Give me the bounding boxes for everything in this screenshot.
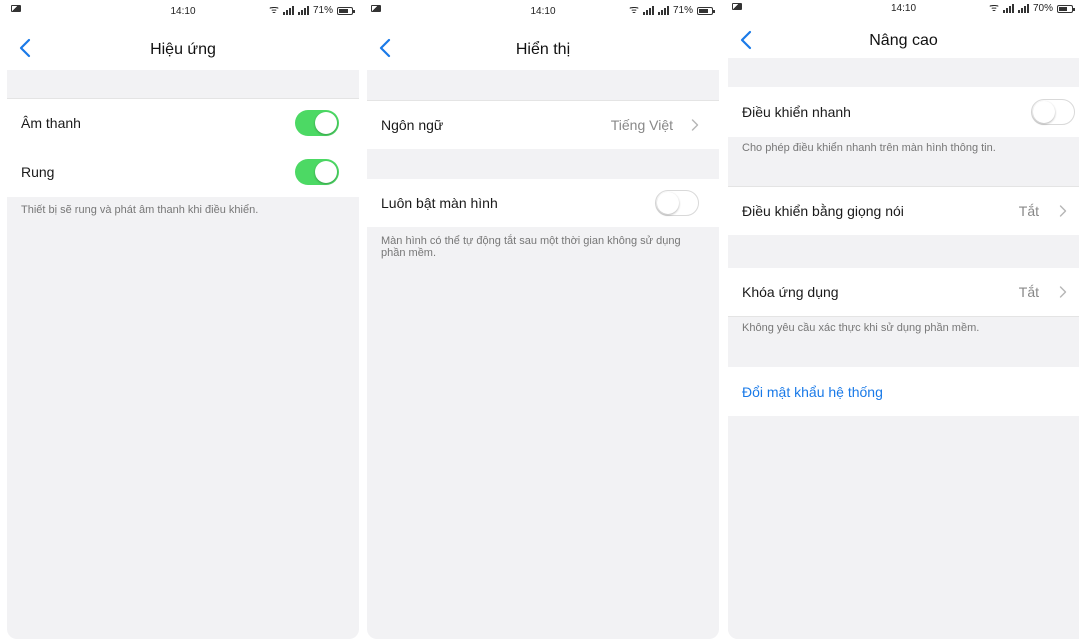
signal-icon	[282, 6, 294, 15]
battery-icon	[337, 6, 355, 15]
page-title: Nâng cao	[869, 32, 938, 49]
back-icon[interactable]	[738, 30, 754, 50]
effects-screen: 14:10 ᯤ 71% Hiệu ứng Âm thanh Rung Thiết…	[7, 0, 359, 639]
wifi-icon: ᯤ	[988, 2, 999, 14]
back-icon[interactable]	[17, 38, 33, 58]
nav-bar: Nâng cao	[728, 20, 1079, 58]
chevron-right-icon	[1059, 205, 1067, 217]
keep-screen-on-toggle[interactable]	[655, 190, 699, 216]
quick-control-note: Cho phép điều khiển nhanh trên màn hình …	[742, 142, 996, 154]
toggle-knob	[315, 161, 337, 183]
app-lock-note: Không yêu cầu xác thực khi sử dụng phần …	[742, 322, 980, 334]
display-note: Màn hình có thể tự động tắt sau một thời…	[381, 235, 681, 259]
chevron-right-icon	[1059, 286, 1067, 298]
language-row[interactable]: Ngôn ngữ Tiếng Việt	[367, 101, 719, 149]
toggle-knob	[1033, 101, 1055, 123]
sound-label: Âm thanh	[21, 115, 81, 131]
voice-control-label: Điều khiển bằng giọng nói	[742, 203, 904, 219]
toggle-knob	[657, 192, 679, 214]
page-title: Hiển thị	[515, 41, 571, 58]
signal-icon	[1002, 4, 1014, 13]
display-screen: 14:10 ᯤ 71% Hiển thị Ngôn ngữ Tiếng Việt…	[367, 0, 719, 639]
effects-note: Thiết bị sẽ rung và phát âm thanh khi đi…	[21, 204, 259, 216]
vibrate-row[interactable]: Rung	[7, 147, 359, 197]
language-label: Ngôn ngữ	[381, 117, 444, 133]
language-value: Tiếng Việt	[610, 117, 673, 133]
battery-percent: 71%	[312, 5, 333, 16]
quick-control-row[interactable]: Điều khiển nhanh	[728, 87, 1079, 137]
battery-percent: 71%	[672, 5, 693, 16]
keep-screen-on-label: Luôn bật màn hình	[381, 195, 498, 211]
toggle-knob	[315, 112, 337, 134]
signal-icon	[657, 6, 669, 15]
app-lock-label: Khóa ứng dụng	[742, 284, 839, 300]
status-bar: 14:10 ᯤ 71%	[367, 0, 719, 24]
sound-toggle[interactable]	[295, 110, 339, 136]
status-bar: 14:10 ᯤ 70%	[728, 0, 1079, 20]
app-lock-row[interactable]: Khóa ứng dụng Tắt	[728, 268, 1079, 316]
voice-control-row[interactable]: Điều khiển bằng giọng nói Tắt	[728, 187, 1079, 235]
back-icon[interactable]	[377, 38, 393, 58]
nav-bar: Hiển thị	[367, 24, 719, 70]
change-password-row[interactable]: Đổi mật khẩu hệ thống	[728, 367, 1079, 416]
nav-bar: Hiệu ứng	[7, 24, 359, 70]
page-title: Hiệu ứng	[150, 41, 216, 58]
vibrate-label: Rung	[21, 164, 55, 180]
battery-percent: 70%	[1032, 3, 1053, 14]
chevron-right-icon	[691, 119, 699, 131]
change-password-link[interactable]: Đổi mật khẩu hệ thống	[742, 384, 883, 400]
signal-icon	[297, 6, 309, 15]
quick-control-toggle[interactable]	[1031, 99, 1075, 125]
sound-row[interactable]: Âm thanh	[7, 99, 359, 147]
signal-icon	[642, 6, 654, 15]
battery-icon	[1057, 4, 1075, 13]
divider	[728, 316, 1079, 317]
vibrate-toggle[interactable]	[295, 159, 339, 185]
signal-icon	[1017, 4, 1029, 13]
wifi-icon: ᯤ	[628, 4, 639, 16]
app-lock-value: Tắt	[1018, 284, 1039, 300]
empty-area	[728, 416, 1079, 639]
voice-control-value: Tắt	[1018, 203, 1039, 219]
battery-icon	[697, 6, 715, 15]
wifi-icon: ᯤ	[268, 4, 279, 16]
advanced-screen: 14:10 ᯤ 70% Nâng cao Điều khiển nhanh Ch…	[728, 0, 1079, 639]
status-bar: 14:10 ᯤ 71%	[7, 0, 359, 24]
keep-screen-on-row[interactable]: Luôn bật màn hình	[367, 179, 719, 227]
quick-control-label: Điều khiển nhanh	[742, 104, 851, 120]
